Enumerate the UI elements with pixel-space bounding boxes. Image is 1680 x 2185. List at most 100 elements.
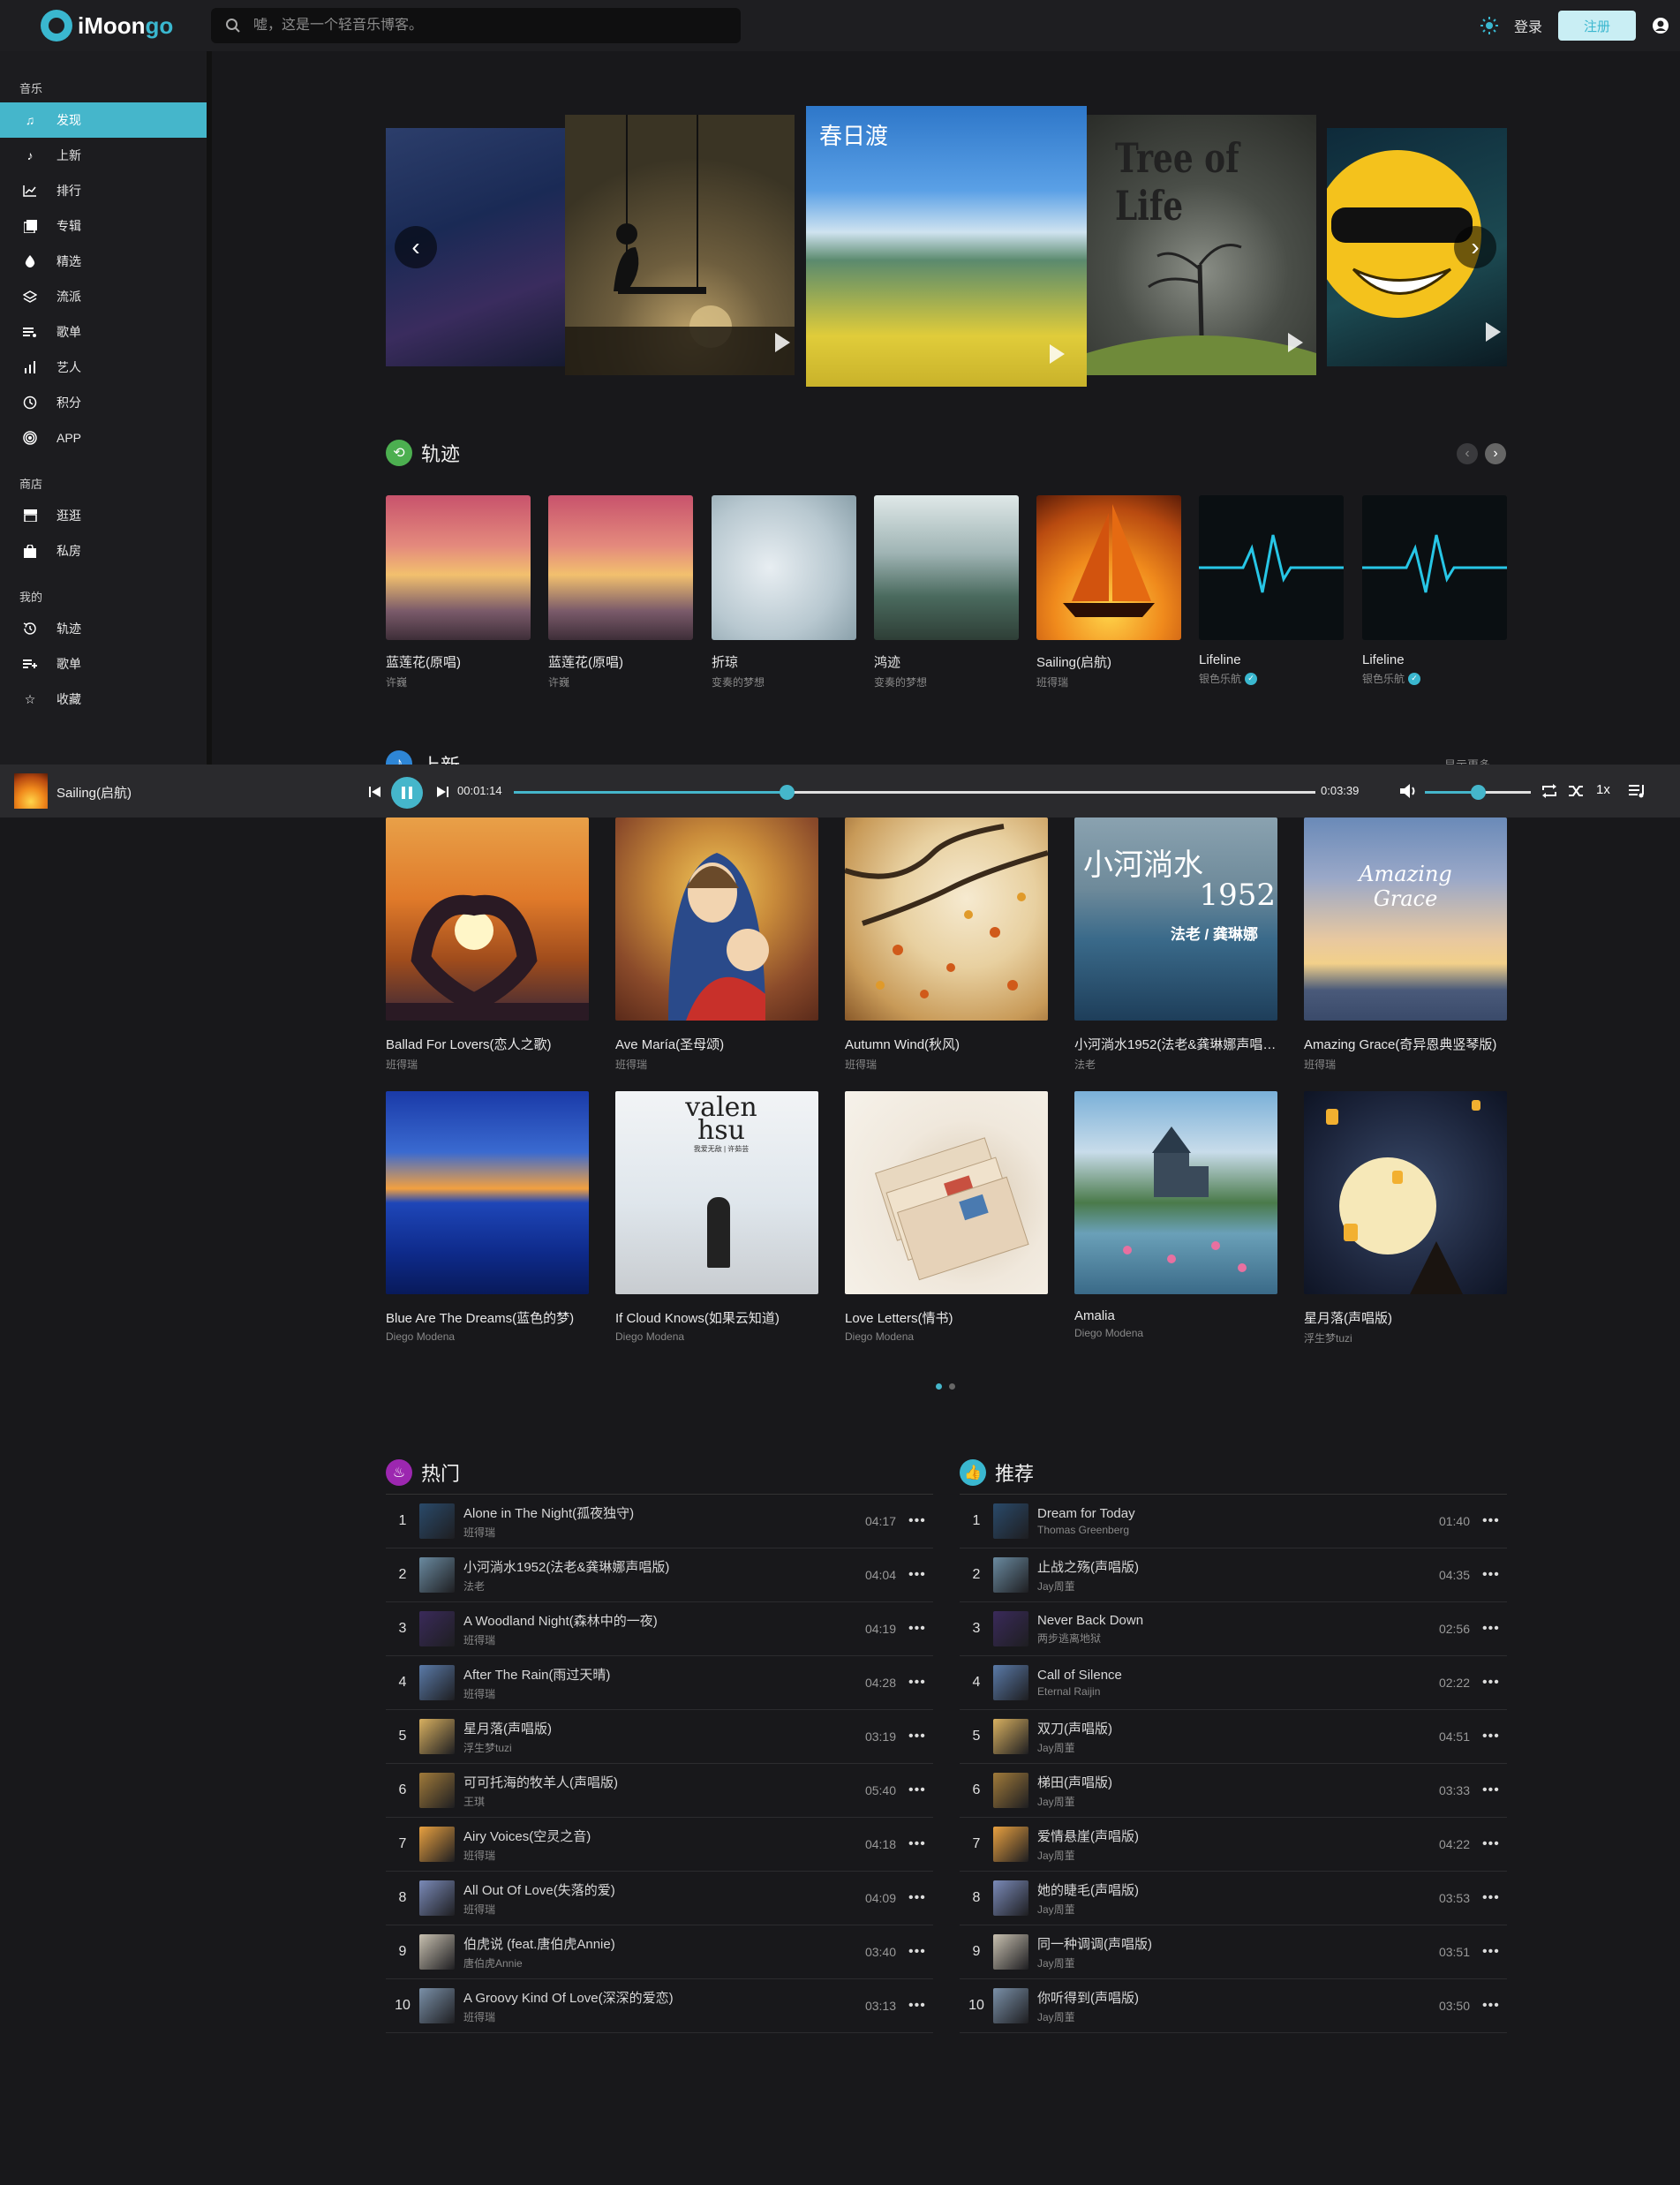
sidebar-item-ranking[interactable]: 排行: [0, 173, 207, 208]
sidebar-item-new[interactable]: ♪ 上新: [0, 138, 207, 173]
track-thumbnail[interactable]: [419, 1934, 455, 1970]
more-options-icon[interactable]: •••: [908, 1729, 933, 1744]
track-thumbnail[interactable]: [419, 1773, 455, 1808]
track-row[interactable]: 1 Alone in The Night(孤夜独守) 班得瑞 04:17 •••: [386, 1495, 933, 1548]
history-card-artist[interactable]: 变奏的梦想: [874, 674, 927, 689]
more-options-icon[interactable]: •••: [908, 1836, 933, 1852]
track-artist[interactable]: 唐伯虎Annie: [463, 1955, 852, 1970]
track-thumbnail[interactable]: [419, 1827, 455, 1862]
track-title[interactable]: 她的睫毛(声唱版): [1037, 1880, 1426, 1899]
more-options-icon[interactable]: •••: [908, 1621, 933, 1637]
track-title[interactable]: A Woodland Night(森林中的一夜): [463, 1611, 852, 1630]
now-playing-title[interactable]: Sailing(启航): [57, 783, 132, 802]
album-card-artist[interactable]: 班得瑞: [615, 1057, 818, 1072]
track-row[interactable]: 4 After The Rain(雨过天晴) 班得瑞 04:28 •••: [386, 1656, 933, 1710]
album-card-artist[interactable]: 浮生梦tuzi: [1304, 1330, 1507, 1345]
history-card-artist[interactable]: 班得瑞: [1036, 674, 1068, 689]
album-card[interactable]: 小河淌水 1952 法老 / 龚琳娜 小河淌水1952(法老&龚琳娜声唱版) 法…: [1074, 817, 1277, 1072]
more-options-icon[interactable]: •••: [1482, 1836, 1507, 1852]
carousel-slide-center[interactable]: 春日渡: [806, 106, 1087, 387]
pagination-dot[interactable]: [936, 1383, 942, 1390]
history-card-artist[interactable]: 变奏的梦想: [712, 674, 765, 689]
track-artist[interactable]: 班得瑞: [463, 1848, 852, 1863]
track-row[interactable]: 6 梯田(声唱版) Jay周董 03:33 •••: [960, 1764, 1507, 1818]
sidebar-item-favorites[interactable]: ☆ 收藏: [0, 682, 207, 717]
album-card-artist[interactable]: 法老: [1074, 1057, 1277, 1072]
track-row[interactable]: 5 星月落(声唱版) 浮生梦tuzi 03:19 •••: [386, 1710, 933, 1764]
track-title[interactable]: Dream for Today: [1037, 1506, 1426, 1521]
track-row[interactable]: 7 爱情悬崖(声唱版) Jay周董 04:22 •••: [960, 1818, 1507, 1872]
track-thumbnail[interactable]: [993, 1934, 1028, 1970]
track-artist[interactable]: 王琪: [463, 1794, 852, 1809]
track-artist[interactable]: Eternal Raijin: [1037, 1685, 1426, 1698]
album-card[interactable]: Ave María(圣母颂) 班得瑞: [615, 817, 818, 1072]
track-title[interactable]: 止战之殇(声唱版): [1037, 1557, 1426, 1576]
sidebar-item-playlist[interactable]: 歌单: [0, 314, 207, 350]
track-row[interactable]: 8 All Out Of Love(失落的爱) 班得瑞 04:09 •••: [386, 1872, 933, 1925]
track-row[interactable]: 9 伯虎说 (feat.唐伯虎Annie) 唐伯虎Annie 03:40 •••: [386, 1925, 933, 1979]
sidebar-item-album[interactable]: 专辑: [0, 208, 207, 244]
track-title[interactable]: 梯田(声唱版): [1037, 1773, 1426, 1791]
album-card[interactable]: 星月落(声唱版) 浮生梦tuzi: [1304, 1091, 1507, 1345]
logo[interactable]: iMoongo: [41, 10, 173, 41]
track-row[interactable]: 10 你听得到(声唱版) Jay周董 03:50 •••: [960, 1979, 1507, 2033]
track-artist[interactable]: 班得瑞: [463, 1525, 852, 1540]
history-card[interactable]: 鸿迹 变奏的梦想: [874, 495, 1019, 689]
track-artist[interactable]: 班得瑞: [463, 1686, 852, 1701]
track-title[interactable]: 同一种调调(声唱版): [1037, 1934, 1426, 1953]
album-card[interactable]: valen hsu 我爱无敌 | 许茹芸 If Cloud Knows(如果云知…: [615, 1091, 818, 1343]
next-track-icon[interactable]: [436, 786, 448, 798]
more-options-icon[interactable]: •••: [1482, 1890, 1507, 1906]
album-card-artist[interactable]: 班得瑞: [386, 1057, 589, 1072]
more-options-icon[interactable]: •••: [1482, 1782, 1507, 1798]
track-row[interactable]: 3 A Woodland Night(森林中的一夜) 班得瑞 04:19 •••: [386, 1602, 933, 1656]
track-artist[interactable]: 班得瑞: [463, 2009, 852, 2024]
track-row[interactable]: 1 Dream for Today Thomas Greenberg 01:40 •••: [960, 1495, 1507, 1548]
volume-icon[interactable]: [1400, 783, 1418, 799]
album-card-artist[interactable]: 班得瑞: [845, 1057, 1048, 1072]
sidebar-item-browse[interactable]: 逛逛: [0, 498, 207, 533]
history-card[interactable]: 蓝莲花(原唱) 许巍: [548, 495, 693, 689]
sun-icon[interactable]: [1480, 17, 1498, 34]
new-section-more-link[interactable]: 显示更多: [1444, 756, 1490, 765]
track-thumbnail[interactable]: [419, 1557, 455, 1593]
progress-slider[interactable]: [514, 785, 1315, 800]
history-card-artist[interactable]: 许巍: [386, 674, 407, 689]
track-title[interactable]: Call of Silence: [1037, 1668, 1426, 1683]
track-row[interactable]: 9 同一种调调(声唱版) Jay周董 03:51 •••: [960, 1925, 1507, 1979]
track-artist[interactable]: 班得瑞: [463, 1632, 852, 1647]
track-thumbnail[interactable]: [993, 1665, 1028, 1700]
track-thumbnail[interactable]: [993, 1827, 1028, 1862]
history-prev-button[interactable]: ‹: [1457, 443, 1478, 464]
history-card-artist[interactable]: 许巍: [548, 674, 569, 689]
track-row[interactable]: 4 Call of Silence Eternal Raijin 02:22 •••: [960, 1656, 1507, 1710]
sidebar-item-app[interactable]: APP: [0, 420, 207, 456]
history-card[interactable]: 蓝莲花(原唱) 许巍: [386, 495, 531, 689]
track-title[interactable]: After The Rain(雨过天晴): [463, 1665, 852, 1684]
sidebar-item-discover[interactable]: ♫ 发现: [0, 102, 207, 138]
track-row[interactable]: 2 小河淌水1952(法老&龚琳娜声唱版) 法老 04:04 •••: [386, 1548, 933, 1602]
track-row[interactable]: 7 Airy Voices(空灵之音) 班得瑞 04:18 •••: [386, 1818, 933, 1872]
track-artist[interactable]: Jay周董: [1037, 1902, 1426, 1917]
sidebar-item-history[interactable]: 轨迹: [0, 611, 207, 646]
track-title[interactable]: All Out Of Love(失落的爱): [463, 1880, 852, 1899]
track-thumbnail[interactable]: [993, 1611, 1028, 1646]
track-title[interactable]: 伯虎说 (feat.唐伯虎Annie): [463, 1934, 852, 1953]
play-icon[interactable]: [1486, 322, 1501, 342]
album-card-artist[interactable]: 班得瑞: [1304, 1057, 1507, 1072]
album-card[interactable]: Amalia Diego Modena: [1074, 1091, 1277, 1339]
play-icon[interactable]: [1288, 333, 1303, 352]
sidebar-item-points[interactable]: 积分: [0, 385, 207, 420]
history-card-artist[interactable]: 银色乐航: [1362, 671, 1405, 686]
track-artist[interactable]: Jay周董: [1037, 1955, 1426, 1970]
play-icon[interactable]: [1050, 344, 1065, 364]
track-thumbnail[interactable]: [419, 1719, 455, 1754]
history-card[interactable]: 折琼 变奏的梦想: [712, 495, 856, 689]
shuffle-icon[interactable]: [1569, 784, 1585, 798]
carousel-slide-2[interactable]: [565, 115, 795, 375]
album-card[interactable]: Love Letters(情书) Diego Modena: [845, 1091, 1048, 1343]
volume-knob[interactable]: [1471, 785, 1486, 800]
sidebar-item-featured[interactable]: 精选: [0, 244, 207, 279]
track-thumbnail[interactable]: [419, 1880, 455, 1916]
more-options-icon[interactable]: •••: [1482, 1729, 1507, 1744]
